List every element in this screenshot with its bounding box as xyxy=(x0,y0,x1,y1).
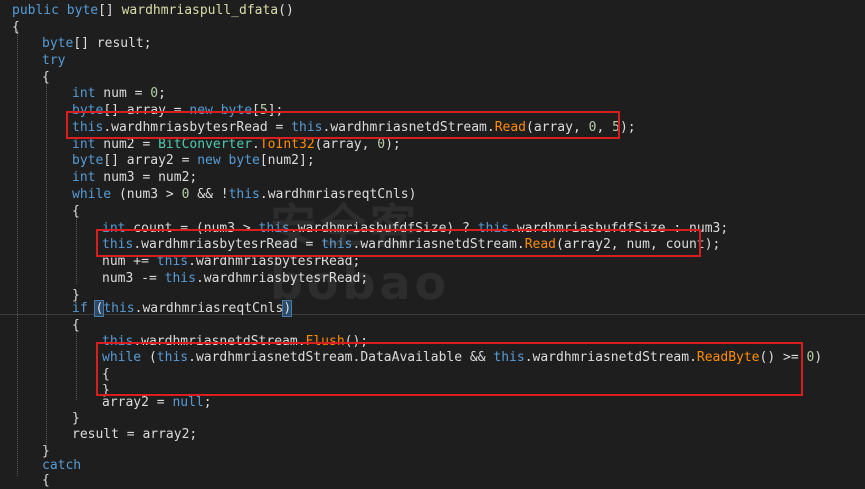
code-token: int xyxy=(72,86,96,101)
code-token: public xyxy=(12,3,59,18)
code-token: ; xyxy=(360,271,369,286)
code-token: } xyxy=(72,411,80,426)
code-token: num = xyxy=(95,86,151,101)
code-token: ); xyxy=(619,120,636,135)
code-token: byte xyxy=(72,153,104,168)
code-token: [] result; xyxy=(73,36,152,51)
code-token: num2 = xyxy=(95,137,159,152)
code-token: { xyxy=(42,473,50,488)
code-token: while xyxy=(72,187,112,202)
code-line[interactable]: byte[] result; xyxy=(0,35,865,52)
code-token: . xyxy=(195,271,204,286)
code-line[interactable]: array2 = null; xyxy=(0,394,865,411)
code-line[interactable]: byte[] array2 = new byte[num2]; xyxy=(0,152,865,169)
code-token: array2 = xyxy=(102,395,173,410)
code-token: new xyxy=(197,153,221,168)
code-token: 0 xyxy=(377,137,386,152)
code-token: if xyxy=(72,301,88,316)
code-token: ; xyxy=(203,395,212,410)
code-line[interactable]: int num3 = num2; xyxy=(0,169,865,186)
code-token: null xyxy=(172,395,204,410)
code-line[interactable]: { xyxy=(0,203,865,220)
code-token: { xyxy=(72,204,80,219)
code-token: try xyxy=(42,53,66,68)
code-token: int xyxy=(72,137,96,152)
code-line[interactable]: { xyxy=(0,317,865,334)
code-token: num3 = num2; xyxy=(95,170,198,185)
code-line[interactable]: { xyxy=(0,69,865,86)
code-token: this xyxy=(164,271,196,286)
highlight-box-read-loop xyxy=(96,229,701,257)
code-token: () xyxy=(278,3,294,18)
code-token: this xyxy=(228,187,260,202)
code-token: ToInt32 xyxy=(259,137,315,152)
code-token: int xyxy=(72,170,96,185)
code-token: byte xyxy=(66,3,99,18)
code-line[interactable]: num3 -= this.wardhmriasbytesrRead; xyxy=(0,270,865,287)
code-line[interactable]: { xyxy=(0,472,865,489)
code-token: result = array2; xyxy=(72,427,198,442)
code-token: . xyxy=(252,137,260,152)
code-token: [] array2 = xyxy=(103,153,198,168)
code-line[interactable]: { xyxy=(0,19,865,36)
code-token: wardhmriaspull_dfata xyxy=(121,3,279,18)
code-token: && ! xyxy=(189,187,229,202)
code-token: this xyxy=(103,301,135,316)
code-token: BitConverter xyxy=(158,137,253,152)
code-token: { xyxy=(42,70,50,85)
code-token: num3 -= xyxy=(102,271,165,286)
code-line[interactable]: result = array2; xyxy=(0,426,865,443)
code-token: byte xyxy=(42,36,74,51)
code-token: { xyxy=(72,318,80,333)
code-token: catch xyxy=(42,458,82,473)
code-token: wardhmriasreqtCnls xyxy=(267,187,409,202)
code-token: 0 xyxy=(150,86,159,101)
code-token: { xyxy=(12,20,20,35)
code-token: ) xyxy=(814,350,823,365)
code-line[interactable]: if (this.wardhmriasreqtCnls) xyxy=(0,300,865,317)
code-editor[interactable]: public byte[] wardhmriaspull_dfata(){byt… xyxy=(0,0,865,488)
code-token: ) xyxy=(408,187,417,202)
code-token: [] xyxy=(98,3,122,18)
code-line[interactable]: } xyxy=(0,410,865,427)
code-token: ; xyxy=(158,86,166,101)
code-token: ) xyxy=(282,300,293,317)
code-line[interactable]: try xyxy=(0,52,865,69)
code-token: . xyxy=(259,187,268,202)
highlight-box-drain-loop xyxy=(96,342,803,396)
highlight-box-read-header xyxy=(66,111,620,139)
code-token: [num2]; xyxy=(259,153,315,168)
code-line[interactable]: while (num3 > 0 && !this.wardhmriasreqtC… xyxy=(0,186,865,203)
code-line[interactable]: public byte[] wardhmriaspull_dfata() xyxy=(0,2,865,19)
code-line[interactable]: int num = 0; xyxy=(0,85,865,102)
code-token: (array, xyxy=(314,137,378,152)
code-token: byte xyxy=(228,153,260,168)
code-token: wardhmriasreqtCnls xyxy=(142,301,284,316)
code-token: (num3 > xyxy=(111,187,182,202)
code-token: wardhmriasbytesrRead xyxy=(203,271,361,286)
code-token: ); xyxy=(385,137,401,152)
